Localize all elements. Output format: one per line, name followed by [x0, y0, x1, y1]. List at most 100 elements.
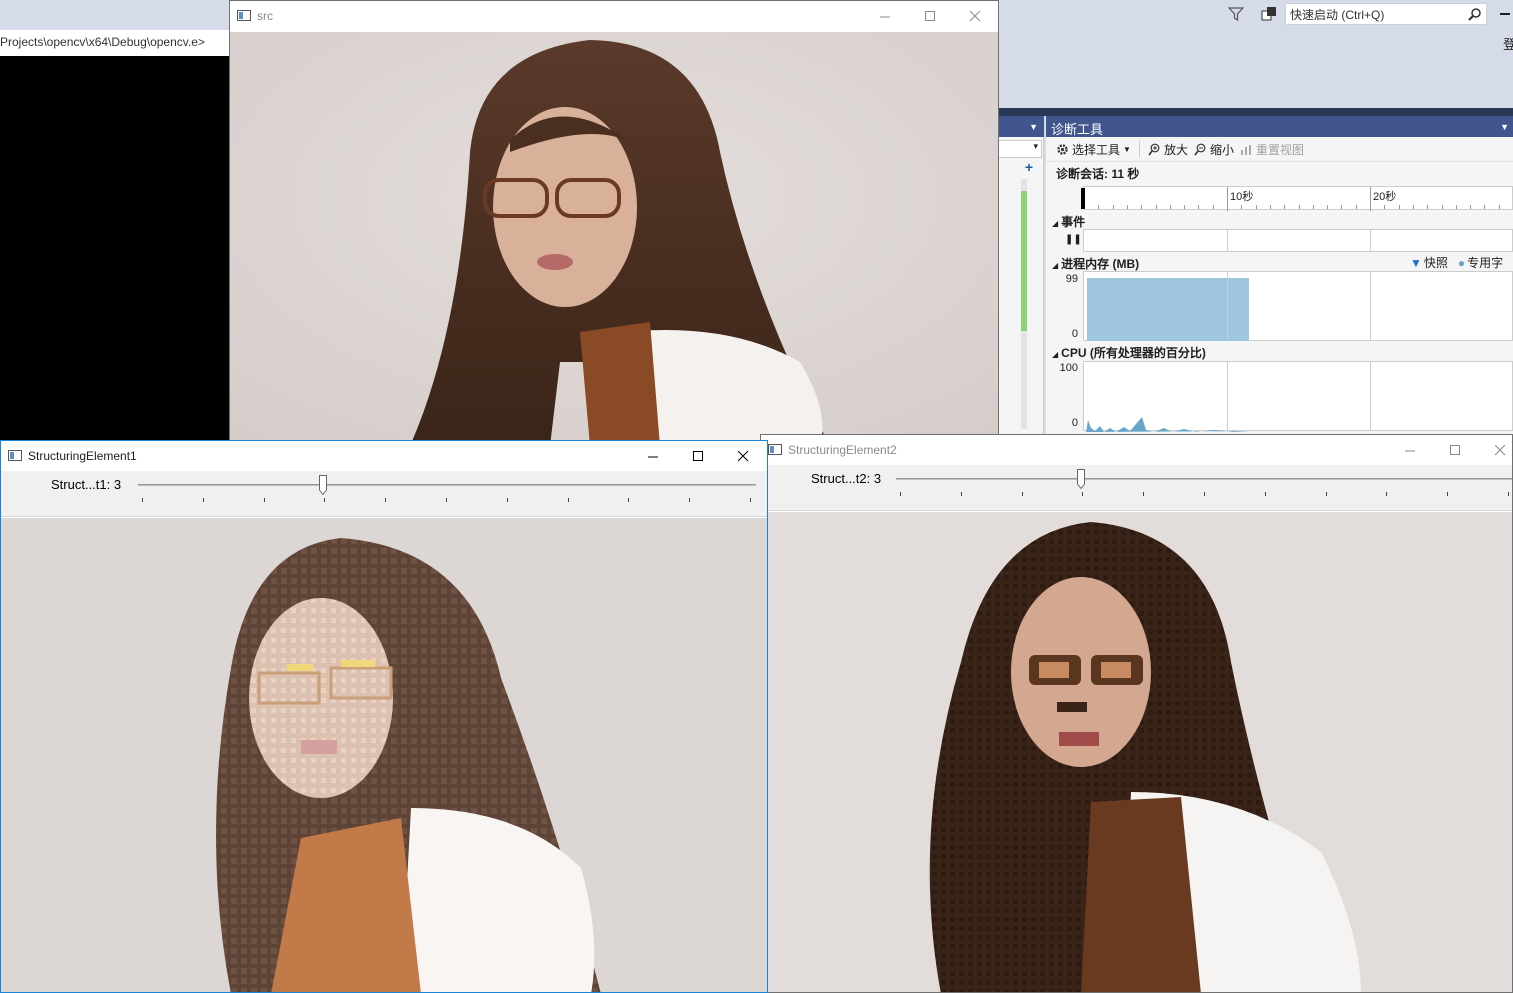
chart-icon: [1240, 144, 1251, 155]
trackbar-tick: [1264, 492, 1266, 496]
gear-icon: [1057, 143, 1068, 155]
feedback-icon[interactable]: [1260, 5, 1278, 23]
timeline-tick: [1227, 205, 1228, 209]
maximize-button[interactable]: [1433, 435, 1478, 465]
close-button[interactable]: [1478, 435, 1512, 465]
minimize-icon: [648, 456, 658, 457]
close-button[interactable]: [721, 441, 766, 471]
trackbar-tick: [1204, 492, 1205, 496]
trackbar-track[interactable]: [138, 484, 756, 486]
trackbar-tick: [1325, 492, 1327, 496]
output-source-select[interactable]: ▾: [998, 140, 1042, 158]
window-icon: [768, 444, 782, 455]
window-title: StructuringElement2: [788, 443, 897, 457]
trackbar-track[interactable]: [896, 478, 1512, 480]
chevron-down-icon[interactable]: ▼: [1029, 122, 1038, 132]
legend-snapshot[interactable]: ▼ 快照: [1410, 254, 1448, 271]
trackbar-tick: [446, 498, 447, 502]
timeline-tick: [1155, 205, 1157, 209]
collapse-icon[interactable]: ◢: [1052, 219, 1058, 228]
trackbar-tick: [1143, 492, 1145, 496]
portrait-image: [230, 32, 998, 444]
events-section-header[interactable]: ◢ 事件: [1052, 213, 1085, 230]
trackbar-thumb[interactable]: [1077, 469, 1086, 489]
timeline-tick: [1126, 205, 1128, 209]
maximize-button[interactable]: [908, 1, 953, 31]
timeline-ruler[interactable]: 10秒 20秒: [1081, 186, 1513, 211]
minimize-icon: [880, 16, 890, 17]
timeline-tick: [1141, 205, 1143, 209]
zoom-out-icon: [1194, 143, 1206, 155]
timeline-tick: [1255, 205, 1257, 209]
trackbar-tick: [1508, 492, 1509, 496]
src-title-bar[interactable]: src: [230, 1, 998, 31]
output-scrollbar[interactable]: [1021, 179, 1027, 429]
chevron-down-icon[interactable]: ▼: [1500, 122, 1509, 132]
pause-icon[interactable]: ❚❚: [1065, 234, 1082, 245]
search-icon: [1468, 8, 1481, 21]
timeline-tick: [1441, 205, 1443, 209]
zoom-out-button[interactable]: 缩小: [1194, 141, 1234, 158]
gridline: [1227, 362, 1228, 430]
filter-icon[interactable]: [1228, 6, 1244, 22]
close-button[interactable]: [953, 1, 998, 31]
add-icon[interactable]: +: [1022, 160, 1036, 175]
se2-image: [761, 512, 1512, 992]
timeline-tick: [1427, 205, 1429, 209]
snapshot-icon: ▼: [1410, 255, 1422, 270]
trackbar-tick: [628, 498, 630, 502]
maximize-icon: [925, 10, 935, 21]
cpu-usage-area: [1086, 417, 1250, 432]
trackbar-tick: [1447, 492, 1449, 496]
reset-view-button[interactable]: 重置视图: [1240, 141, 1304, 158]
collapse-icon[interactable]: ◢: [1052, 261, 1058, 270]
timeline-tick: [1169, 205, 1171, 209]
zoom-in-button[interactable]: 放大: [1148, 141, 1188, 158]
cpu-graph[interactable]: [1083, 361, 1513, 432]
trackbar-thumb[interactable]: [319, 475, 328, 495]
trackbar-tick: [202, 498, 204, 502]
se1-title-bar[interactable]: StructuringElement1: [1, 441, 767, 471]
minimize-button[interactable]: [631, 441, 676, 471]
timeline-tick: [1198, 205, 1200, 209]
memory-graph[interactable]: [1083, 271, 1513, 341]
events-track: [1083, 229, 1513, 252]
minimize-icon: [1405, 450, 1415, 451]
se2-trackbar-panel: Struct...t2: 3: [761, 465, 1512, 511]
close-icon: [1495, 444, 1506, 455]
trackbar-tick: [1082, 492, 1084, 496]
select-tool-button[interactable]: 选择工具 ▼: [1056, 141, 1131, 158]
memory-section-header[interactable]: ◢ 进程内存 (MB): [1052, 255, 1139, 272]
timeline-tick: [1484, 205, 1486, 209]
structuring-element1-window: StructuringElement1 Struct...t1: 3: [0, 440, 768, 993]
timeline-tick: [1455, 205, 1457, 209]
src-window: src: [229, 0, 999, 445]
trackbar-tick: [263, 498, 265, 502]
scrollbar-thumb[interactable]: [1021, 191, 1027, 331]
minimize-icon[interactable]: [1500, 13, 1510, 15]
sign-in-link[interactable]: 登: [1503, 34, 1513, 53]
output-panel-header[interactable]: ▼: [998, 116, 1044, 137]
timeline-tick: [1212, 205, 1214, 209]
quick-launch-input[interactable]: 快速启动 (Ctrl+Q): [1285, 3, 1487, 25]
timeline-cursor[interactable]: [1081, 188, 1085, 209]
cpu-label: CPU (所有处理器的百分比): [1061, 346, 1206, 360]
maximize-icon: [693, 450, 703, 461]
trackbar-tick: [142, 498, 143, 502]
legend-private-bytes[interactable]: ● 专用字: [1458, 254, 1503, 271]
memory-label: 进程内存 (MB): [1061, 257, 1140, 271]
cpu-section-header[interactable]: ◢ CPU (所有处理器的百分比): [1052, 344, 1206, 361]
collapse-icon[interactable]: ◢: [1052, 350, 1058, 359]
gridline: [1370, 230, 1371, 251]
src-image: [230, 32, 998, 444]
zoom-in-label: 放大: [1163, 142, 1188, 157]
structuring-element2-window: StructuringElement2 Struct...t2: 3: [760, 434, 1513, 993]
timeline-label: 20秒: [1373, 191, 1397, 203]
minimize-button[interactable]: [1388, 435, 1433, 465]
timeline-tick: [1184, 205, 1186, 209]
se2-title-bar[interactable]: StructuringElement2: [761, 435, 1512, 465]
timeline-tick: [1112, 205, 1114, 209]
diag-toolbar: 选择工具 ▼ 放大 缩小 重置视图: [1046, 137, 1513, 162]
minimize-button[interactable]: [863, 1, 908, 31]
maximize-button[interactable]: [676, 441, 721, 471]
